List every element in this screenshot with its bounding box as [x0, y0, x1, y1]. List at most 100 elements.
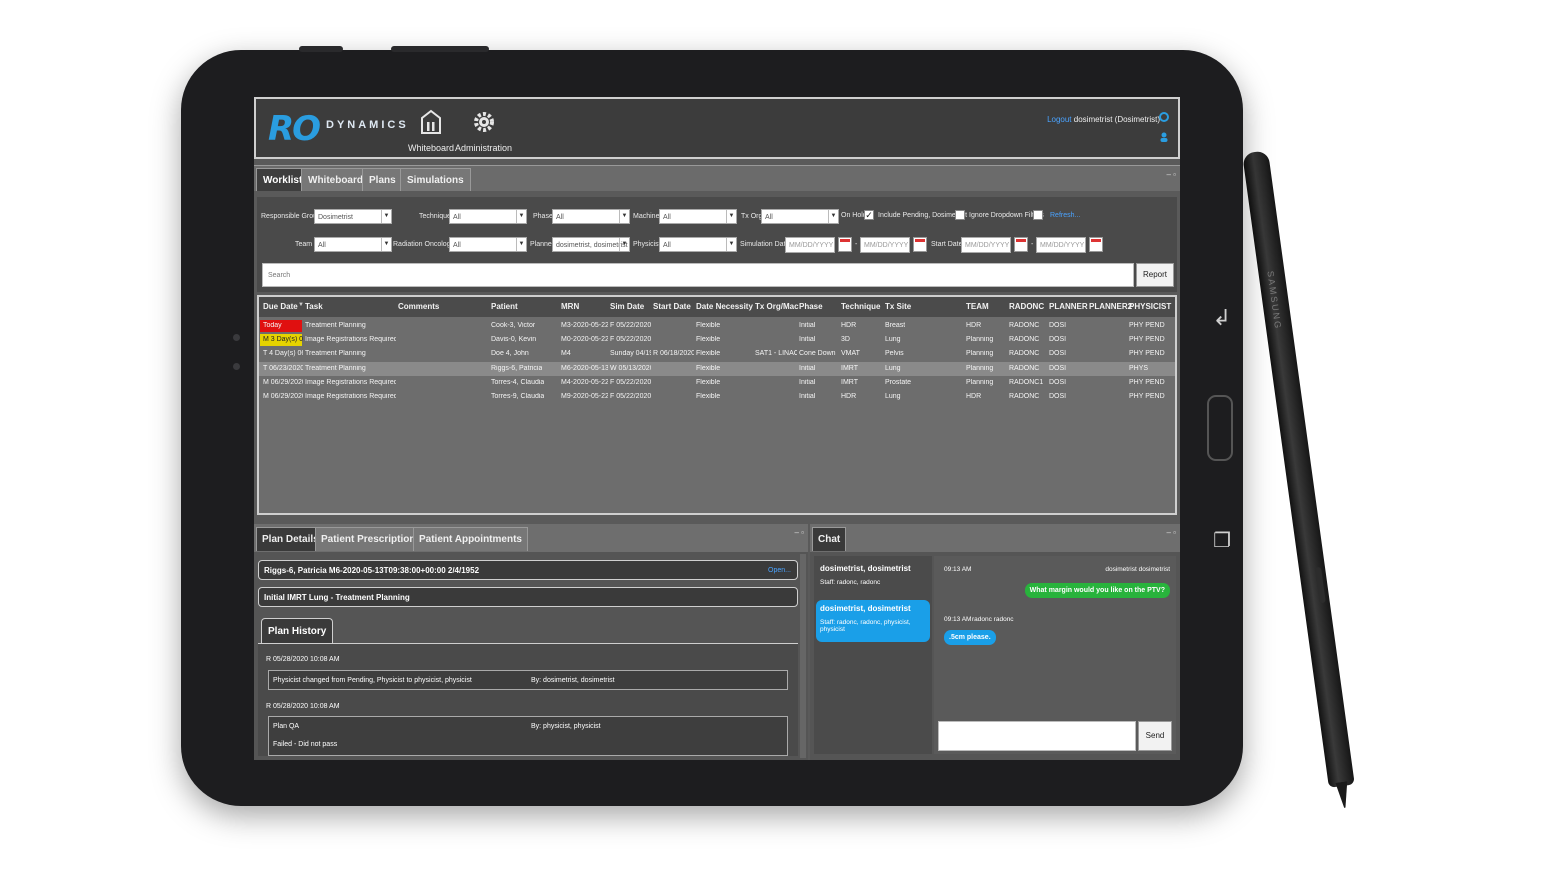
cell-mrn: M6-2020-05-13T0 — [561, 364, 608, 372]
tab-simulations[interactable]: Simulations — [400, 168, 471, 191]
chevron-down-icon: ▼ — [381, 210, 391, 223]
responsible-group-select[interactable]: Dosimetrist ▼ — [314, 209, 392, 224]
open-link[interactable]: Open... — [768, 561, 791, 581]
logout-link[interactable]: Logout — [1047, 115, 1071, 124]
table-row[interactable]: M 06/29/2020 Image Registrations Required… — [259, 376, 1175, 390]
cell-planner: DOSI — [1049, 393, 1067, 400]
cell-planner: DOSI — [1049, 378, 1067, 386]
technique-select[interactable]: All ▼ — [449, 209, 527, 224]
col-due-date[interactable]: Due Date — [263, 302, 298, 311]
refresh-icon[interactable] — [1158, 111, 1170, 123]
col-radonc[interactable]: RADONC — [1009, 302, 1044, 311]
table-row[interactable]: Today Treatment Planning Cook-3, Victor M3-… — [259, 319, 1175, 333]
col-planner[interactable]: PLANNER — [1049, 302, 1088, 311]
responsible-group-label: Responsible Group — [261, 213, 321, 220]
col-start-date[interactable]: Start Date — [653, 302, 691, 311]
history-text: Physicist changed from Pending, Physicis… — [273, 677, 472, 684]
col-technique[interactable]: Technique — [841, 302, 880, 311]
tab-patient-appointments[interactable]: Patient Appointments — [413, 527, 528, 551]
col-mrn[interactable]: MRN — [561, 302, 579, 311]
on-hold-checkbox[interactable]: ✓ — [864, 210, 874, 220]
conversation-item-selected[interactable]: dosimetrist, dosimetrist Staff: radonc, … — [816, 600, 930, 642]
team-select[interactable]: All ▼ — [314, 237, 392, 252]
app-screen: RO DYNAMICS Whiteboard Administration Lo… — [254, 97, 1180, 760]
tab-whiteboard[interactable]: Whiteboard — [301, 168, 370, 191]
home-button[interactable] — [1207, 395, 1233, 461]
col-sim-date[interactable]: Sim Date — [610, 302, 644, 311]
col-physicist[interactable]: PHYSICIST — [1129, 302, 1171, 311]
responsible-group-value: Dosimetrist — [318, 214, 354, 221]
cell-sim: F 05/22/2020 — [610, 393, 651, 400]
col-date-necessity[interactable]: Date Necessity — [696, 302, 753, 311]
tab-plans[interactable]: Plans — [362, 168, 403, 191]
history-by: By: physicist, physicist — [531, 723, 601, 730]
cell-necessity: Flexible — [696, 378, 721, 386]
send-button[interactable]: Send — [1138, 721, 1172, 751]
cell-mrn: M4-2020-05-22T1 — [561, 378, 608, 386]
nav-administration[interactable]: Administration — [455, 109, 512, 153]
conversation-item[interactable]: dosimetrist, dosimetrist Staff: radonc, … — [816, 560, 930, 590]
cell-phase: Initial — [799, 322, 816, 329]
col-comments[interactable]: Comments — [398, 302, 439, 311]
cell-mrn: M0-2020-05-22T0 — [561, 336, 608, 344]
chat-message-input[interactable] — [938, 721, 1136, 751]
search-input[interactable]: Search — [262, 263, 1134, 287]
include-pending-checkbox[interactable] — [955, 210, 965, 220]
plan-window-controls[interactable]: – ▫ — [794, 528, 804, 537]
tx-org-select[interactable]: All ▼ — [761, 209, 839, 224]
stage: SAMSUNG ↲ ❐ RO DYNAMICS Whiteboard Admin… — [0, 0, 1552, 875]
cell-task: Image Registrations Required? — [305, 378, 396, 386]
cell-site: Breast — [885, 322, 906, 329]
col-task[interactable]: Task — [305, 302, 323, 311]
physicist-select[interactable]: All ▼ — [659, 237, 737, 252]
calendar-icon[interactable] — [1014, 237, 1028, 252]
scrollbar[interactable] — [800, 554, 806, 758]
window-controls[interactable]: – ▫ — [1166, 170, 1176, 179]
col-patient[interactable]: Patient — [491, 302, 518, 311]
planner-select[interactable]: dosimetrist, dosimetrist ▼ — [552, 237, 630, 252]
conversation-name: dosimetrist, dosimetrist — [820, 604, 911, 613]
report-button[interactable]: Report — [1136, 263, 1174, 287]
table-row[interactable]: T 4 Day(s) 06/1Treatment Planning Doe 4, … — [259, 347, 1175, 361]
chat-tabs: Chat – ▫ — [810, 524, 1180, 552]
cell-planner: DOSI — [1049, 322, 1067, 329]
start-date-from[interactable]: MM/DD/YYYY — [961, 237, 1011, 253]
col-tx-site[interactable]: Tx Site — [885, 302, 911, 311]
col-tx-org[interactable]: Tx Org/Mac — [755, 302, 799, 311]
cell-technique: IMRT — [841, 364, 858, 372]
sim-date-to[interactable]: MM/DD/YYYY — [860, 237, 910, 253]
table-row[interactable]: T 06/23/2020 Treatment Planning Riggs-6, P… — [259, 361, 1175, 376]
chat-window-controls[interactable]: – ▫ — [1166, 528, 1176, 537]
message-time: 09:13 AM — [944, 616, 972, 623]
radiation-oncologist-select[interactable]: All ▼ — [449, 237, 527, 252]
sort-down-icon[interactable]: ▼ — [298, 302, 304, 308]
phase-select[interactable]: All ▼ — [552, 209, 630, 224]
calendar-icon[interactable] — [838, 237, 852, 252]
col-planner2[interactable]: PLANNER2 — [1089, 302, 1132, 311]
refresh-link[interactable]: Refresh... — [1050, 212, 1080, 219]
tab-plan-history[interactable]: Plan History — [261, 618, 334, 644]
user-icon[interactable] — [1158, 131, 1170, 143]
ignore-dropdown-checkbox[interactable] — [1033, 210, 1043, 220]
sim-date-from[interactable]: MM/DD/YYYY — [785, 237, 835, 253]
date-dash: - — [855, 241, 858, 248]
nav-administration-label: Administration — [455, 143, 513, 153]
table-row[interactable]: M 06/29/2020 Image Registrations Required… — [259, 390, 1175, 404]
calendar-icon[interactable] — [913, 237, 927, 252]
nav-whiteboard[interactable]: Whiteboard — [408, 109, 454, 153]
cell-patient: Riggs-6, Patricia — [491, 364, 543, 372]
machine-select[interactable]: All ▼ — [659, 209, 737, 224]
col-phase[interactable]: Phase — [799, 302, 823, 311]
start-date-to[interactable]: MM/DD/YYYY — [1036, 237, 1086, 253]
tablet-volume-button — [391, 46, 489, 52]
back-key-icon[interactable]: ↲ — [1213, 305, 1231, 331]
cell-physicist: PHY PEND — [1129, 322, 1165, 329]
cell-phase: Initial — [799, 336, 816, 344]
col-team[interactable]: TEAM — [966, 302, 989, 311]
tab-chat[interactable]: Chat — [812, 527, 847, 551]
cell-site: Lung — [885, 336, 901, 344]
tab-patient-prescriptions[interactable]: Patient Prescriptions — [315, 527, 428, 551]
calendar-icon[interactable] — [1089, 237, 1103, 252]
table-row[interactable]: M 3 Day(s) 06/1Image Registrations Requi… — [259, 333, 1175, 347]
recent-apps-icon[interactable]: ❐ — [1213, 528, 1231, 553]
